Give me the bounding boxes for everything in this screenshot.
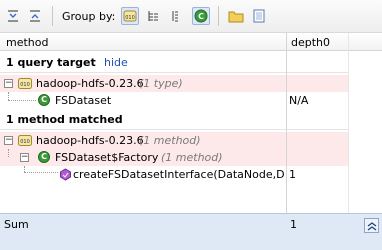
module-name: hadoop-hdfs-0.23.6	[36, 77, 144, 90]
module-meta: (1 method)	[139, 134, 201, 147]
svg-text:010: 010	[20, 82, 30, 88]
depth-value: 1	[289, 168, 296, 181]
file-icon[interactable]	[250, 7, 268, 25]
collapse-toggle-icon[interactable]: −	[4, 136, 13, 145]
tree-row-module[interactable]: − 010 hadoop-hdfs-0.23.6 (1 type)	[0, 75, 349, 92]
svg-text:010: 010	[125, 15, 135, 21]
toolbar: Group by: 010 C	[0, 0, 382, 33]
toolbar-separator	[218, 6, 219, 26]
depth-value: N/A	[289, 94, 309, 107]
folder-icon[interactable]	[227, 7, 245, 25]
svg-text:C: C	[198, 12, 204, 21]
section-query-target: 1 query target hide	[0, 52, 349, 73]
expand-all-icon[interactable]	[4, 7, 22, 25]
sum-value: 1	[290, 218, 297, 231]
module-meta: (1 type)	[139, 77, 183, 90]
tree-row-class[interactable]: − C FSDataset$Factory (1 method)	[0, 149, 349, 166]
group-by-package-icon[interactable]	[144, 7, 162, 25]
sum-label: Sum	[4, 218, 29, 231]
method-icon	[60, 168, 71, 181]
collapse-panel-button[interactable]	[364, 218, 379, 233]
method-name: createFSDatasetInterface(DataNode,DataS	[73, 168, 285, 181]
hide-link[interactable]: hide	[104, 56, 128, 69]
collapse-toggle-icon[interactable]: −	[20, 153, 29, 162]
tree-line	[8, 149, 9, 157]
svg-text:010: 010	[20, 139, 30, 145]
summary-footer: Sum 1	[0, 213, 382, 250]
group-by-label: Group by:	[62, 10, 116, 23]
column-header-depth[interactable]: depth0	[291, 36, 330, 49]
column-header-row: method depth0	[0, 33, 382, 51]
tree-row-module[interactable]: − 010 hadoop-hdfs-0.23.6 (1 method)	[0, 132, 349, 149]
tree-line	[8, 100, 36, 101]
tree-row-class[interactable]: C FSDataset N/A	[0, 92, 349, 109]
collapse-all-icon[interactable]	[26, 7, 44, 25]
section-title: 1 query target	[6, 56, 96, 69]
group-by-hierarchy-icon[interactable]	[166, 7, 184, 25]
assembly-icon: 010	[18, 78, 32, 89]
module-name: hadoop-hdfs-0.23.6	[36, 134, 144, 147]
scroll-gutter	[348, 33, 349, 230]
collapse-toggle-icon[interactable]: −	[4, 79, 13, 88]
class-meta: (1 method)	[161, 151, 223, 164]
column-divider[interactable]	[286, 33, 287, 230]
tree-row-method[interactable]: createFSDatasetInterface(DataNode,DataS …	[0, 166, 349, 183]
class-icon: C	[38, 94, 50, 106]
assembly-icon: 010	[18, 135, 32, 146]
toolbar-separator	[52, 6, 53, 26]
chevron-up-icon	[367, 221, 376, 231]
class-name: FSDataset$Factory	[55, 151, 159, 164]
class-name: FSDataset	[55, 94, 112, 107]
group-by-class-icon[interactable]: C	[192, 7, 210, 25]
section-title: 1 method matched	[6, 113, 123, 126]
tree-line	[24, 172, 58, 173]
class-icon: C	[38, 151, 50, 163]
group-by-module-icon[interactable]: 010	[121, 7, 139, 25]
column-header-method[interactable]: method	[6, 36, 48, 49]
section-method-matched: 1 method matched	[0, 109, 349, 130]
tree-line	[8, 92, 9, 100]
